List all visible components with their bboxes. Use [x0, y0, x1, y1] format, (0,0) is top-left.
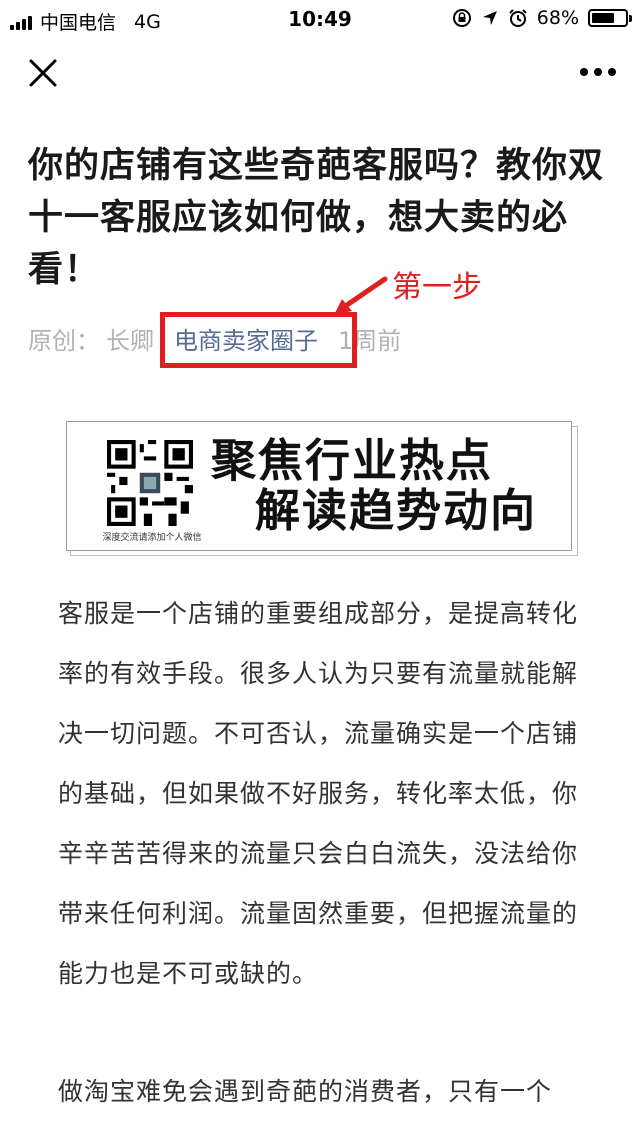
article-paragraph: 客服是一个店铺的重要组成部分，是提高转化率的有效手段。很多人认为只要有流量就能解…: [58, 599, 579, 988]
article-title: 你的店铺有这些奇葩客服吗？教你双十一客服应该如何做，想大卖的必看！: [28, 146, 605, 290]
battery-icon: [588, 9, 632, 27]
annotation-arrow-icon: [334, 276, 388, 315]
qr-caption: 深度交流请添加个人微信: [102, 533, 202, 543]
step-annotation: 第一步: [392, 270, 482, 305]
status-right: 68%: [452, 7, 632, 29]
banner-line-1: 聚焦行业热点: [211, 434, 494, 487]
close-icon[interactable]: [28, 58, 58, 88]
highlight-box: [160, 312, 357, 368]
more-dots-icon[interactable]: [580, 68, 616, 76]
banner-line-2: 解读趋势动向: [255, 484, 538, 537]
battery-percent: 68%: [536, 7, 579, 29]
article-paragraph: 做淘宝难免会遇到奇葩的消费者，只有一个: [58, 1077, 553, 1106]
original-label: 原创：: [28, 326, 100, 355]
banner-image: 深度交流请添加个人微信 聚焦行业热点 解读趋势动向: [66, 421, 572, 551]
location-icon: [482, 11, 497, 25]
author-name: 长卿: [106, 326, 154, 355]
alarm-icon: [509, 9, 527, 27]
banner-slogan: 聚焦行业热点 解读趋势动向: [205, 436, 565, 536]
status-bar: 中国电信 4G 10:49 68%: [0, 0, 640, 40]
qr-code-icon: [107, 440, 193, 526]
rotation-lock-icon: [452, 9, 471, 27]
nav-bar: [0, 40, 640, 104]
